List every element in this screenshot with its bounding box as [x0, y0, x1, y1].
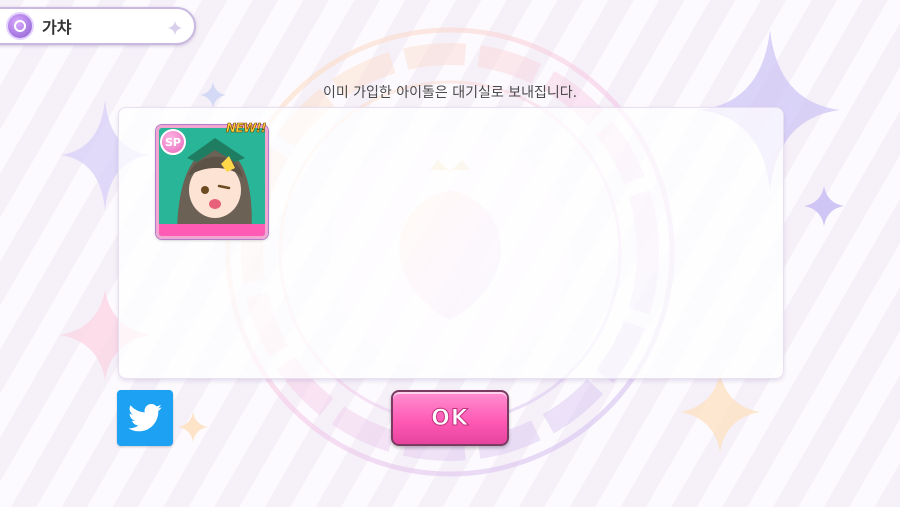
- gacha-orb-icon: [6, 12, 34, 40]
- sparkle-icon: [168, 21, 182, 35]
- idol-card[interactable]: SP: [156, 125, 268, 239]
- sparkle-decor: [178, 412, 208, 442]
- ok-button[interactable]: OK: [391, 390, 509, 446]
- screen-header[interactable]: 가챠: [0, 7, 196, 45]
- sparkle-decor: [804, 186, 844, 226]
- new-badge: NEW!!: [226, 121, 267, 136]
- sparkle-decor: [680, 372, 760, 452]
- twitter-share-button[interactable]: [117, 390, 173, 446]
- twitter-icon: [128, 404, 162, 432]
- ok-button-label: OK: [431, 405, 469, 431]
- screen-title: 가챠: [42, 18, 72, 37]
- vocal-attribute-icon: SP: [160, 129, 186, 155]
- notice-text: 이미 가입한 아이돌은 대기실로 보내집니다.: [322, 85, 578, 101]
